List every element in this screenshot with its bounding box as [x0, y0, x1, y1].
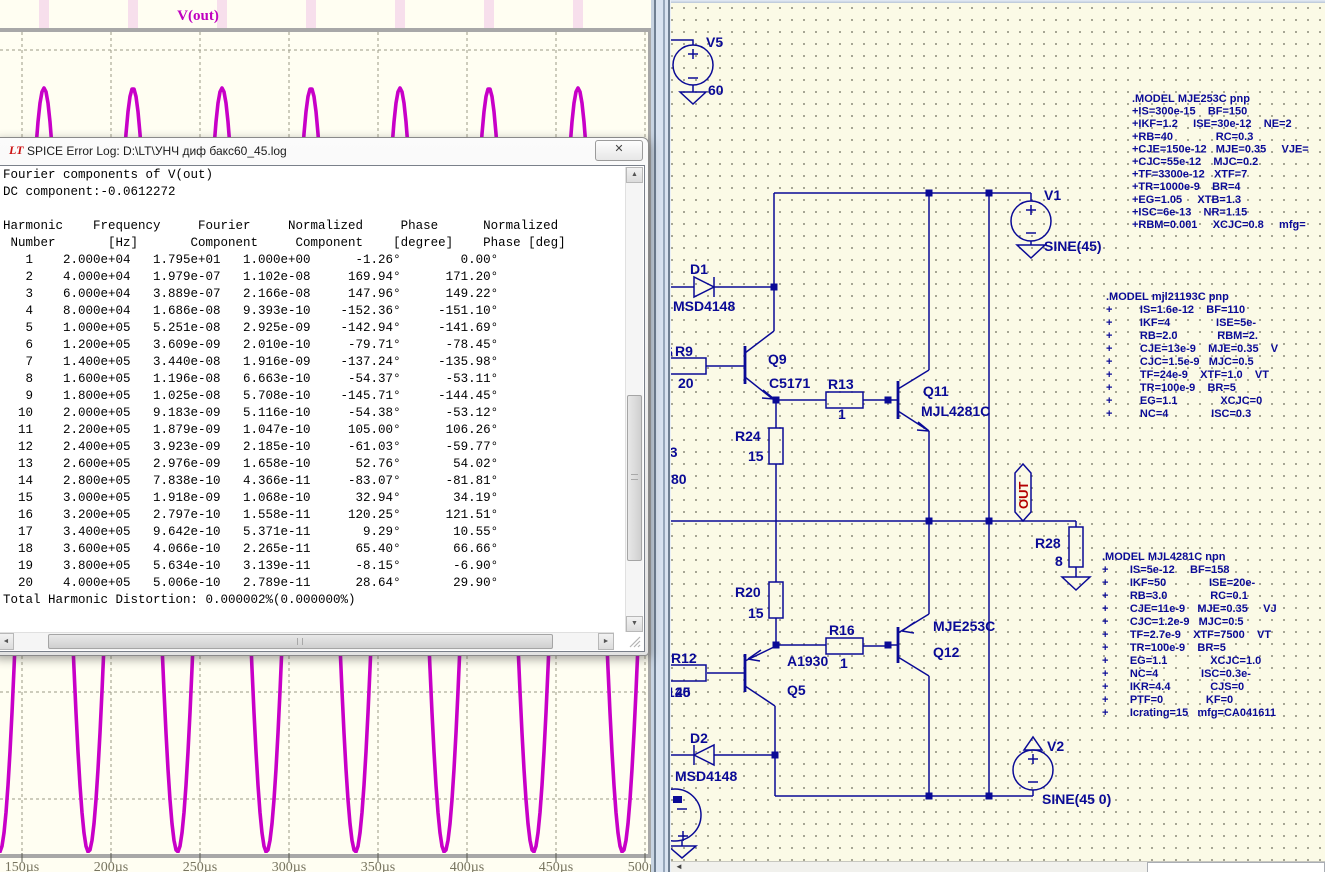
clipped-label-bottom: 80 [671, 471, 687, 487]
component-label[interactable]: V1 [1044, 187, 1061, 203]
spice-model-mje253c[interactable]: .MODEL MJE253C pnp +IS=300e-15 BF=150 +IKF… [1132, 93, 1309, 231]
transistor-Q12[interactable]: MJE253C Q12 [888, 613, 995, 796]
component-model[interactable]: MJL4281C [921, 403, 990, 419]
diode-D2[interactable]: D2 MSD4148 [671, 730, 775, 784]
voltage-source-partial[interactable] [671, 788, 702, 859]
wire-bottom-rail[interactable] [775, 790, 1034, 797]
component-label[interactable]: R13 [828, 376, 854, 392]
horizontal-scroll-thumb[interactable] [48, 634, 553, 649]
component-label[interactable]: Q9 [768, 351, 787, 367]
svg-text:500µs: 500µs [628, 860, 652, 872]
component-label[interactable]: R9 [675, 343, 693, 359]
component-label[interactable]: D1 [690, 261, 708, 277]
close-button[interactable]: ✕ [595, 140, 643, 161]
transistor-Q11[interactable]: Q11 MJL4281C [888, 369, 990, 614]
vertical-scrollbar[interactable]: ▲ ▼ [625, 167, 643, 632]
component-label[interactable]: V2 [1047, 738, 1064, 754]
clipped-label-top: 23 [671, 444, 678, 460]
resistor-R9[interactable]: 5 R9 20 [671, 343, 745, 391]
window-divider[interactable] [651, 0, 671, 872]
schematic-horizontal-scrollbar[interactable]: ◄ [671, 861, 1325, 872]
component-value[interactable]: 15 [748, 605, 764, 621]
component-label[interactable]: R24 [735, 428, 761, 444]
component-label[interactable]: Q5 [787, 682, 806, 698]
scroll-left-icon[interactable]: ◄ [0, 633, 14, 650]
net-flag-out[interactable]: OUT [1014, 462, 1032, 523]
fourier-log-text[interactable]: Fourier components of V(out) DC componen… [3, 167, 618, 631]
component-label[interactable]: R28 [1035, 535, 1061, 551]
svg-text:150µs: 150µs [5, 860, 40, 872]
resistor-R28[interactable]: R28 8 [1035, 526, 1092, 592]
component-label[interactable]: R12 [671, 650, 697, 666]
svg-text:350µs: 350µs [361, 860, 396, 872]
component-label[interactable]: Q11 [923, 383, 949, 399]
scroll-up-icon[interactable]: ▲ [626, 167, 643, 183]
x-axis-tick-labels: 150µs 200µs 250µs 300µs 350µs 400µs 450µs 500µs [5, 860, 652, 872]
resistor-R12[interactable]: R12 120 45 [671, 650, 707, 700]
spice-model-mjl4281c[interactable]: .MODEL MJL4281C npn + IS=5e-12 BF=158 + IK… [1102, 551, 1277, 719]
ltspice-workspace: V(out) 150µs 200µs 250µs 300µs 350µs 400µs 450… [0, 0, 1325, 872]
component-value[interactable]: SINE(45) [1044, 238, 1102, 254]
component-label[interactable]: V5 [706, 34, 723, 50]
trace-name-label[interactable]: V(out) [177, 8, 219, 24]
scroll-left-icon[interactable]: ◄ [675, 862, 683, 871]
component-value[interactable]: 15 [748, 448, 764, 464]
trace-overdraw-glow [39, 0, 583, 29]
spice-model-mjl21193c[interactable]: .MODEL mjl21193C pnp + IS=1.6e-12 BF=110 +… [1106, 291, 1279, 420]
dialog-title: SPICE Error Log: D:\LT\УНЧ диф бакс60_45… [27, 144, 287, 158]
resistor-R20[interactable]: R20 15 [735, 581, 784, 645]
resize-grip[interactable] [628, 635, 642, 649]
svg-text:250µs: 250µs [183, 860, 218, 872]
component-value[interactable]: SINE(45 0) [1042, 791, 1111, 807]
wire-out-rail[interactable] [671, 520, 1077, 577]
component-label[interactable]: D2 [690, 730, 708, 746]
component-value[interactable]: 8 [1055, 553, 1063, 569]
component-label[interactable]: R20 [735, 584, 761, 600]
voltage-source-V5[interactable]: V5 60 [671, 34, 724, 106]
svg-text:400µs: 400µs [450, 860, 485, 872]
schematic-canvas[interactable]: .w{stroke:#0A0A96;stroke-width:1.5;fill:… [671, 0, 1325, 872]
component-model[interactable]: C5171 [769, 375, 810, 391]
component-model[interactable]: MSD4148 [673, 298, 735, 314]
svg-text:300µs: 300µs [272, 860, 307, 872]
component-value[interactable]: 20 [678, 375, 694, 391]
component-value-overlap[interactable]: 45 [675, 684, 691, 700]
spice-error-log-dialog[interactable]: LT SPICE Error Log: D:\LT\УНЧ диф бакс60… [0, 137, 649, 656]
component-value[interactable]: 1 [840, 655, 848, 671]
stray-cut-label: 5 [671, 344, 673, 360]
wire-top-rail[interactable] [773, 192, 1032, 796]
scroll-right-icon[interactable]: ► [598, 633, 614, 650]
vertical-scroll-thumb[interactable] [627, 395, 642, 561]
schematic-window[interactable]: .w{stroke:#0A0A96;stroke-width:1.5;fill:… [671, 0, 1325, 872]
component-model[interactable]: MSD4148 [675, 768, 737, 784]
scroll-down-icon[interactable]: ▼ [626, 616, 643, 632]
close-icon: ✕ [614, 143, 624, 155]
component-label[interactable]: R16 [829, 622, 855, 638]
voltage-source-V1[interactable]: V1 SINE(45) [1010, 187, 1102, 260]
resistor-R24[interactable]: R24 15 [735, 400, 784, 582]
component-label[interactable]: Q12 [933, 644, 960, 660]
component-value[interactable]: 60 [708, 82, 724, 98]
dialog-content-area: Fourier components of V(out) DC componen… [0, 165, 645, 652]
svg-text:200µs: 200µs [94, 860, 129, 872]
ltspice-logo-icon: LT [9, 143, 24, 157]
svg-text:450µs: 450µs [539, 860, 574, 872]
net-label[interactable]: OUT [1016, 482, 1031, 510]
component-model[interactable]: MJE253C [933, 618, 995, 634]
component-value[interactable]: 1 [838, 406, 846, 422]
component-model[interactable]: A1930 [787, 653, 828, 669]
transistor-Q9[interactable]: Q9 C5171 [743, 330, 810, 401]
wire-junctions [770, 189, 993, 800]
scrollbar-panel[interactable] [1147, 862, 1325, 872]
horizontal-scrollbar[interactable]: ◄ ► [0, 632, 614, 650]
dialog-titlebar[interactable]: LT SPICE Error Log: D:\LT\УНЧ диф бакс60… [0, 138, 648, 164]
diode-D1[interactable]: D1 MSD4148 [671, 261, 774, 314]
